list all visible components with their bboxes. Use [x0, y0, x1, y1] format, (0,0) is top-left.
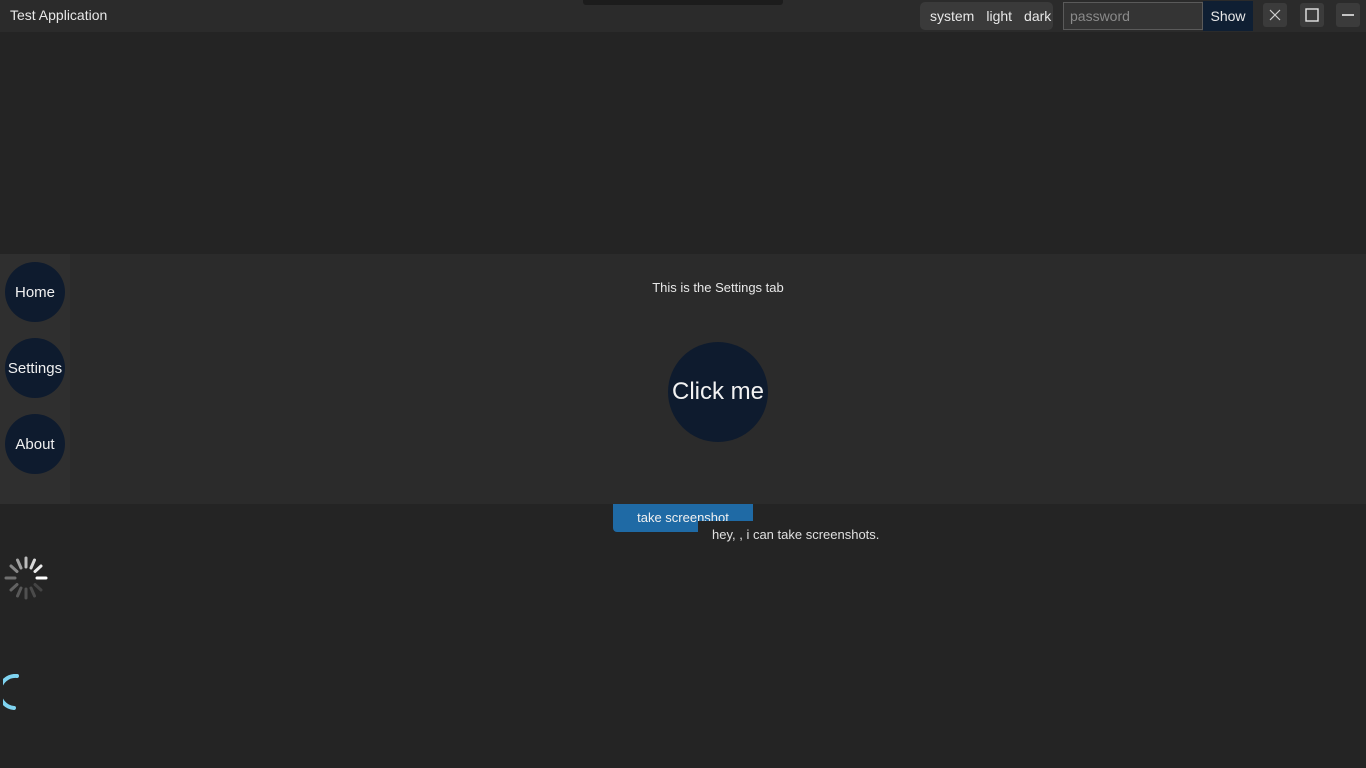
maximize-icon — [1305, 8, 1319, 22]
tooltip-text: hey, , i can take screenshots. — [712, 527, 880, 542]
loading-spinner-icon — [4, 556, 48, 600]
theme-option-system[interactable]: system — [924, 8, 980, 24]
progress-arc-icon — [3, 674, 19, 710]
theme-option-dark[interactable]: dark — [1018, 8, 1057, 24]
tab-description: This is the Settings tab — [652, 280, 784, 295]
drag-handle[interactable] — [583, 0, 783, 5]
click-me-button[interactable]: Click me — [668, 342, 768, 442]
password-input[interactable] — [1063, 2, 1203, 30]
sidebar-item-about[interactable]: About — [5, 414, 65, 474]
minimize-button[interactable] — [1336, 3, 1360, 27]
app-title: Test Application — [10, 7, 108, 23]
theme-selector: system light dark — [920, 2, 1053, 30]
theme-option-light[interactable]: light — [980, 8, 1018, 24]
title-bar: Test Application system light dark Show — [0, 0, 1366, 32]
tab-panel: Home Settings About This is the Settings… — [0, 254, 1366, 504]
sidebar-item-settings[interactable]: Settings — [5, 338, 65, 398]
maximize-button[interactable] — [1300, 3, 1324, 27]
close-button[interactable] — [1263, 3, 1287, 27]
minimize-icon — [1342, 14, 1354, 16]
close-icon — [1269, 9, 1281, 21]
show-password-button[interactable]: Show — [1203, 1, 1253, 31]
